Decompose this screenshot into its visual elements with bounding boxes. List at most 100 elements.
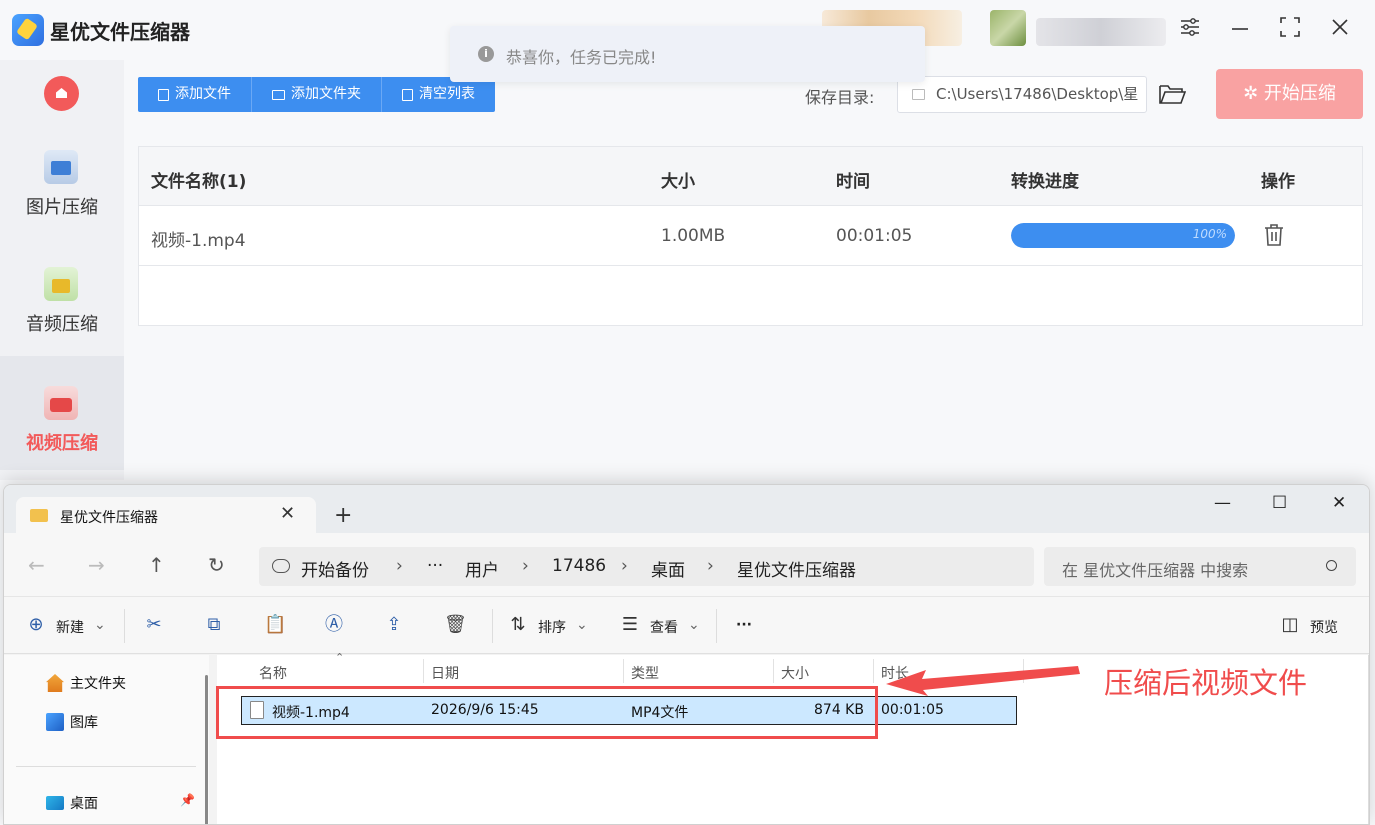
explorer-minimize-icon[interactable]: —	[1214, 493, 1231, 513]
new-plus-icon[interactable]: ⊕	[26, 615, 46, 635]
tab-close-icon[interactable]: ✕	[280, 503, 295, 524]
app-logo-icon	[12, 14, 44, 46]
explorer-maximize-icon[interactable]: ☐	[1272, 493, 1287, 513]
back-arrow-icon[interactable]: ←	[28, 553, 45, 577]
rename-icon[interactable]: Ⓐ	[324, 615, 344, 635]
clear-list-label: 清空列表	[419, 86, 475, 102]
explorer-tab-bar: 星优文件压缩器 ✕ + — ☐ ✕	[4, 485, 1369, 534]
home-icon	[46, 674, 64, 692]
folder-icon	[272, 89, 285, 100]
up-arrow-icon[interactable]: ↑	[148, 553, 165, 577]
minimize-icon[interactable]	[1226, 16, 1254, 44]
close-icon[interactable]	[1326, 16, 1354, 44]
annotation-text: 压缩后视频文件	[1104, 666, 1308, 700]
sort-icon[interactable]: ⇅	[508, 615, 528, 635]
trash-icon	[402, 88, 413, 101]
sidebar-item-label: 图片压缩	[26, 197, 98, 218]
browse-folder-icon[interactable]	[1158, 82, 1187, 106]
annotation-highlight-box	[216, 686, 878, 739]
more-options-button[interactable]: ···	[736, 617, 752, 633]
delete-row-trash-icon[interactable]	[1263, 223, 1285, 247]
blurred-avatar	[990, 10, 1026, 46]
cell-size: 1.00MB	[661, 226, 726, 246]
breadcrumb-desktop[interactable]: 桌面	[651, 556, 685, 581]
success-toast: i 恭喜你，任务已完成!	[450, 26, 925, 82]
column-divider[interactable]	[623, 659, 624, 683]
copy-icon[interactable]: ⧉	[204, 615, 224, 635]
header-filename: 文件名称(1)	[151, 172, 247, 192]
clear-list-button[interactable]: 清空列表	[382, 77, 495, 112]
refresh-icon[interactable]: ↻	[208, 553, 225, 577]
chevron-right-icon: ›	[707, 556, 714, 576]
start-compress-button[interactable]: ✲ 开始压缩	[1216, 69, 1363, 119]
view-button[interactable]: 查看	[650, 617, 678, 637]
maximize-icon[interactable]	[1276, 16, 1304, 44]
table-header: 文件名称(1) 大小 时间 转换进度 操作	[139, 147, 1362, 206]
address-bar-row: ← → ↑ ↻ 开始备份 › ··· 用户 › 17486 › 桌面 › 星优文…	[4, 533, 1369, 596]
sidebar-item-image[interactable]: 图片压缩	[0, 120, 124, 234]
header-size: 大小	[661, 172, 695, 192]
gallery-icon	[46, 713, 64, 731]
column-name[interactable]: 名称	[259, 663, 287, 683]
add-folder-button[interactable]: 添加文件夹	[252, 77, 382, 112]
preview-button[interactable]: 预览	[1310, 617, 1338, 637]
column-divider[interactable]	[423, 659, 424, 683]
column-date[interactable]: 日期	[431, 663, 459, 683]
save-directory-input[interactable]: C:\Users\17486\Desktop\星	[897, 76, 1147, 113]
divider	[124, 609, 125, 643]
nav-scrollbar[interactable]	[205, 675, 208, 824]
breadcrumb-user-id[interactable]: 17486	[552, 556, 606, 576]
breadcrumb-backup[interactable]: 开始备份	[301, 556, 369, 581]
nav-desktop-label: 桌面	[70, 796, 98, 812]
column-size[interactable]: 大小	[781, 663, 809, 683]
nav-home-label: 主文件夹	[70, 676, 126, 692]
nav-gallery[interactable]: 图库	[46, 712, 98, 732]
file-action-buttons: 添加文件 添加文件夹 清空列表	[138, 77, 495, 112]
info-icon: i	[478, 46, 494, 62]
header-time: 时间	[836, 172, 870, 192]
paste-icon[interactable]: 📋	[264, 615, 286, 635]
share-icon[interactable]: ⇪	[384, 615, 404, 635]
delete-icon[interactable]: 🗑	[444, 615, 467, 635]
nav-desktop[interactable]: 桌面	[46, 793, 98, 813]
column-divider[interactable]	[873, 659, 874, 683]
cloud-backup-icon	[272, 559, 290, 573]
breadcrumb-ellipsis[interactable]: ···	[427, 556, 443, 576]
save-path-text: C:\Users\17486\Desktop\星	[936, 85, 1139, 103]
progress-text: 100%	[1192, 227, 1227, 241]
preview-pane-icon[interactable]: ◫	[1280, 615, 1300, 635]
add-file-button[interactable]: 添加文件	[138, 77, 252, 112]
view-icon[interactable]: ☰	[620, 615, 640, 635]
settings-sliders-icon[interactable]	[1176, 16, 1204, 44]
breadcrumb-folder[interactable]: 星优文件压缩器	[737, 556, 856, 581]
nav-gallery-label: 图库	[70, 715, 98, 731]
nav-home[interactable]: 主文件夹	[46, 673, 126, 693]
sort-button[interactable]: 排序	[538, 617, 566, 637]
file-list-scrollbar[interactable]	[1368, 655, 1369, 824]
sidebar-item-video[interactable]: 视频压缩	[0, 356, 124, 470]
table-row[interactable]: 视频-1.mp4 1.00MB 00:01:05 100%	[139, 206, 1362, 266]
column-divider[interactable]	[773, 659, 774, 683]
explorer-search-input[interactable]: 在 星优文件压缩器 中搜索	[1044, 547, 1356, 586]
file-explorer-window: 星优文件压缩器 ✕ + — ☐ ✕ ← → ↑ ↻ 开始备份 › ··· 用户 …	[3, 484, 1370, 825]
chevron-down-icon: ⌄	[688, 617, 700, 633]
sidebar-item-label: 视频压缩	[26, 433, 98, 454]
save-directory-label: 保存目录:	[805, 88, 875, 107]
column-type[interactable]: 类型	[631, 663, 659, 683]
new-button[interactable]: 新建	[56, 617, 84, 637]
forward-arrow-icon[interactable]: →	[88, 553, 105, 577]
explorer-tab[interactable]: 星优文件压缩器 ✕	[16, 497, 316, 534]
sidebar-item-audio[interactable]: 音频压缩	[0, 237, 124, 351]
pin-icon[interactable]: 📌	[180, 793, 195, 807]
search-icon	[1326, 560, 1337, 571]
home-icon[interactable]	[44, 76, 79, 111]
breadcrumb[interactable]: 开始备份 › ··· 用户 › 17486 › 桌面 › 星优文件压缩器	[259, 547, 1034, 586]
new-tab-plus-icon[interactable]: +	[334, 503, 352, 528]
breadcrumb-users[interactable]: 用户	[465, 556, 499, 581]
divider	[716, 609, 717, 643]
toast-message: 恭喜你，任务已完成!	[506, 48, 657, 67]
tab-title: 星优文件压缩器	[60, 510, 158, 526]
explorer-close-icon[interactable]: ✕	[1332, 493, 1346, 513]
chevron-right-icon: ›	[621, 556, 628, 576]
cut-scissors-icon[interactable]: ✂	[144, 615, 164, 635]
